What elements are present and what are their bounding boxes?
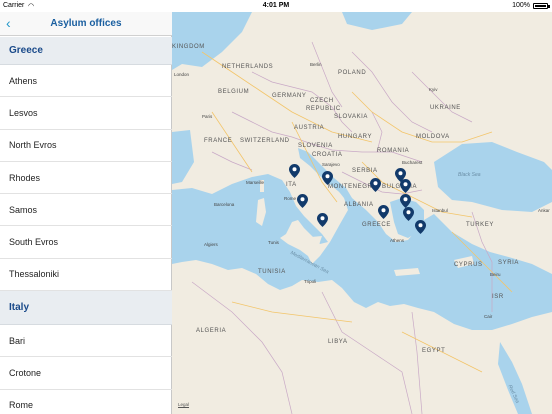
map-label-tunisia: TUNISIA [258,269,286,275]
map-label-athens-city: Athens [390,238,405,243]
map-label-kingdom: KINGDOM [172,44,205,50]
map-label-albania: ALBANIA [344,202,374,208]
map-pin-icon[interactable] [415,220,426,234]
map-label-bucharest: Bucharest [402,160,423,165]
navigation-bar: ‹ Asylum offices [0,12,172,36]
list-item-rhodes[interactable]: Rhodes [0,162,172,195]
status-bar: Carrier ◠ 4:01 PM 100% [0,0,552,12]
map-label-berlin: Berlin [310,62,322,67]
map-label-libya: LIBYA [328,339,348,345]
map-pin-icon[interactable] [370,178,381,192]
map-label-paris: Paris [202,114,213,119]
map-label-israel: ISR [492,294,504,300]
map-pin-icon[interactable] [403,207,414,221]
map-label-london: London [174,72,190,77]
black-sea-water [434,142,552,212]
battery-percent: 100% [512,2,530,9]
map-pin-icon[interactable] [400,194,411,208]
battery-tip [548,5,550,8]
map-label-austria: AUSTRIA [294,125,325,131]
map-label-istanbul: Istanbul [432,208,448,213]
map-pin-icon[interactable] [400,179,411,193]
map-label-egypt: EGYPT [422,348,446,354]
status-time: 4:01 PM [262,2,290,9]
map-label-serbia: SERBIA [352,168,378,174]
map-label-moldova: MOLDOVA [416,134,450,140]
list-item-athens[interactable]: Athens [0,65,172,98]
map-view[interactable]: KINGDOM NETHERLANDS Berlin POLAND London… [172,12,552,414]
map-label-germany: GERMANY [272,93,307,99]
map-legal-link[interactable]: Legal [178,402,189,407]
list-item-samos[interactable]: Samos [0,194,172,227]
map-label-tunis: Tunis [268,240,279,245]
list-item-bari[interactable]: Bari [0,325,172,358]
map-label-barcelona: Barcelona [214,202,235,207]
map-label-rome: Rome [284,196,297,201]
map-label-sarajevo: Sarajevo [322,162,340,167]
map-pin-icon[interactable] [317,213,328,227]
list-item-lesvos[interactable]: Lesvos [0,97,172,130]
section-header-greece: Greece [0,37,172,65]
map-label-croatia: CROATIA [312,152,343,158]
map-label-ankara: Ankar [538,208,550,213]
map-label-turkey: TURKEY [466,222,494,228]
map-label-hungary: HUNGARY [338,134,373,140]
sicily-island [300,236,322,248]
map-label-greece: GREECE [362,222,391,228]
map-label-romania: ROMANIA [377,148,410,154]
atlantic-water [172,130,194,184]
map-label-tripoli: Tripoli [304,279,317,284]
map-pin-icon[interactable] [297,194,308,208]
map-label-republic: REPUBLIC [306,106,341,112]
map-pin-icon[interactable] [289,164,300,178]
map-label-slovenia: SLOVENIA [298,143,333,149]
list-item-rome[interactable]: Rome [0,390,172,414]
list-item-thessaloniki[interactable]: Thessaloniki [0,259,172,292]
map-label-italy: ITA [286,182,297,188]
map-label-cyprus: CYPRUS [454,262,483,268]
offices-sidebar: ‹ Asylum offices Greece Athens Lesvos No… [0,0,172,414]
map-label-ukraine: UKRAINE [430,105,461,111]
list-item-crotone[interactable]: Crotone [0,357,172,390]
north-sea-water [172,12,252,70]
list-item-south-evros[interactable]: South Evros [0,226,172,259]
map-label-slovakia: SLOVAKIA [334,114,369,120]
page-title: Asylum offices [50,18,122,29]
map-label-marseille: Marseille [246,180,265,185]
map-label-switzerland: SWITZERLAND [240,138,290,144]
map-label-beirut: Beiru [490,272,501,277]
map-label-belgium: BELGIUM [218,89,250,95]
list-item-north-evros[interactable]: North Evros [0,130,172,162]
section-header-italy: Italy [0,291,172,326]
baltic-water [342,12,412,30]
map-label-cairo: Cair [484,314,493,319]
offices-list: Greece Athens Lesvos North Evros Rhodes … [0,37,172,414]
map-label-poland: POLAND [338,70,367,76]
map-label-black-sea: Black Sea [458,172,481,178]
map-label-netherlands: NETHERLANDS [222,64,274,70]
map-label-syria: SYRIA [498,260,520,266]
map-label-czech: CZECH [310,98,334,104]
map-label-algiers: Algiers [204,242,218,247]
map-pin-icon[interactable] [322,171,333,185]
battery-icon [533,3,548,9]
map-label-france: FRANCE [204,138,233,144]
map-label-algeria: ALGERIA [196,328,227,334]
map-pin-icon[interactable] [378,205,389,219]
map-label-kyiv: Kyiv [429,87,438,92]
